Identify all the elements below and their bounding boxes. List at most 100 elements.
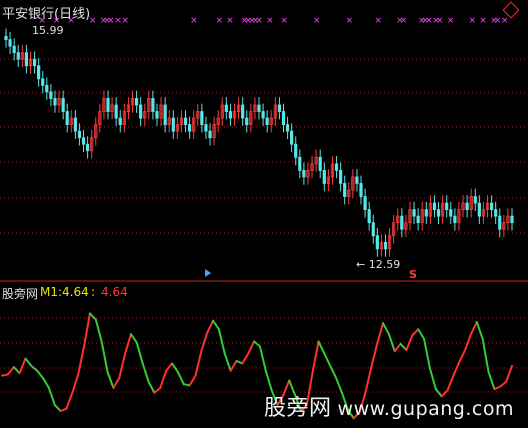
top-marker: ×	[346, 16, 354, 26]
m1-segment	[475, 320, 484, 341]
candle-body	[12, 45, 16, 54]
candle-body	[37, 65, 41, 80]
candle-body	[498, 215, 502, 230]
m1-segment	[393, 342, 402, 353]
m1-value: 4.64	[62, 285, 89, 299]
m1-segment	[387, 333, 396, 353]
m1-segment	[505, 364, 513, 383]
m1-segment	[124, 333, 132, 355]
m1-segment	[481, 338, 490, 373]
m1-segment	[382, 322, 390, 336]
candle-body	[343, 183, 347, 197]
m1-segment	[428, 367, 437, 391]
top-marker: ×	[447, 16, 455, 26]
candle-body	[73, 117, 77, 132]
candle-body	[298, 156, 302, 171]
signal-s-marker: S	[409, 268, 417, 281]
m1-segment	[217, 328, 226, 355]
candle-body	[367, 209, 371, 224]
top-marker: ×	[281, 16, 289, 26]
candle-body	[32, 58, 37, 67]
m1-segment	[42, 377, 50, 389]
m1-segment	[487, 370, 496, 391]
candle-body	[465, 202, 469, 211]
top-marker: ×	[400, 16, 408, 26]
m1-segment	[264, 369, 273, 392]
candle-body	[261, 111, 265, 119]
candle-body	[24, 52, 29, 67]
candle-body	[134, 98, 139, 106]
candle-body	[265, 117, 269, 126]
top-marker: ×	[374, 16, 382, 26]
candle-body	[290, 130, 294, 145]
m1-segment	[364, 366, 373, 394]
candle-body	[224, 104, 228, 112]
top-marker: ×	[121, 16, 129, 26]
candle-body	[155, 111, 159, 119]
m1-segment	[206, 319, 215, 334]
m1-segment	[100, 340, 109, 373]
candle-body	[281, 111, 286, 126]
m1-label: M1:	[40, 285, 63, 299]
candle-body	[494, 209, 498, 217]
top-marker: ×	[436, 16, 444, 26]
m1-segment	[417, 328, 426, 341]
candle-body	[436, 209, 441, 217]
m1-segment	[200, 331, 209, 353]
candle-body	[106, 98, 110, 112]
candle-body	[302, 169, 306, 178]
top-marker: ×	[468, 16, 476, 26]
top-marker: ×	[255, 16, 263, 26]
m1-segment	[141, 362, 150, 383]
candle-body	[183, 117, 188, 126]
candle-body	[188, 124, 192, 132]
top-marker: ×	[226, 16, 234, 26]
candle-body	[285, 124, 290, 132]
candle-body	[412, 209, 416, 217]
candle-body	[510, 215, 514, 224]
m1-segment	[53, 403, 62, 413]
m1-segment	[176, 370, 185, 386]
low-price-value: 12.59	[368, 258, 401, 271]
m1-segment	[376, 322, 385, 345]
candle-body	[359, 183, 363, 197]
candle-body	[208, 130, 212, 139]
candle-body	[371, 222, 375, 237]
m1-segment	[71, 373, 80, 394]
candle-body	[118, 117, 122, 126]
chart-canvas: × × × × ××× × × × × × ××××× × × × × × ×× ××× ×× × × × ×× × S	[0, 16, 528, 420]
candle-body	[49, 91, 53, 99]
m1-segment	[423, 338, 431, 370]
low-price-label: ← 12.59	[356, 258, 401, 271]
m1-segment	[229, 360, 238, 372]
chart-title: 平安银行(日线)	[2, 7, 91, 22]
candle-body	[53, 98, 57, 106]
grid-lines	[0, 58, 528, 393]
candle-body	[257, 104, 261, 112]
top-marker: ×	[215, 16, 223, 26]
top-marker: ×	[190, 16, 198, 26]
candle-body	[114, 104, 118, 119]
m1-segment	[47, 386, 56, 406]
candle-body	[8, 39, 12, 47]
candle-body	[204, 124, 208, 132]
m1-segment	[36, 369, 45, 380]
m1-segment	[247, 340, 256, 355]
candle-body	[77, 130, 82, 139]
candle-body	[241, 104, 245, 119]
candle-body	[151, 98, 155, 112]
candle-body	[449, 209, 453, 217]
candle-body	[318, 156, 322, 171]
watermark-brand: 股旁网	[264, 396, 332, 421]
m1-segment	[159, 369, 168, 389]
m1-segment	[323, 352, 332, 367]
candle-body	[355, 176, 359, 184]
m1-segment	[317, 340, 326, 355]
top-markers: × × × × ××× × × × × × ××××× × × × × × ×× ××× ×× × × × ×× ×	[38, 16, 508, 26]
candle-body	[45, 84, 49, 93]
candle-body	[339, 169, 343, 184]
candle-body	[477, 202, 481, 217]
candle-body	[4, 35, 8, 41]
candle-body	[432, 202, 437, 211]
m1-segment	[253, 340, 261, 348]
